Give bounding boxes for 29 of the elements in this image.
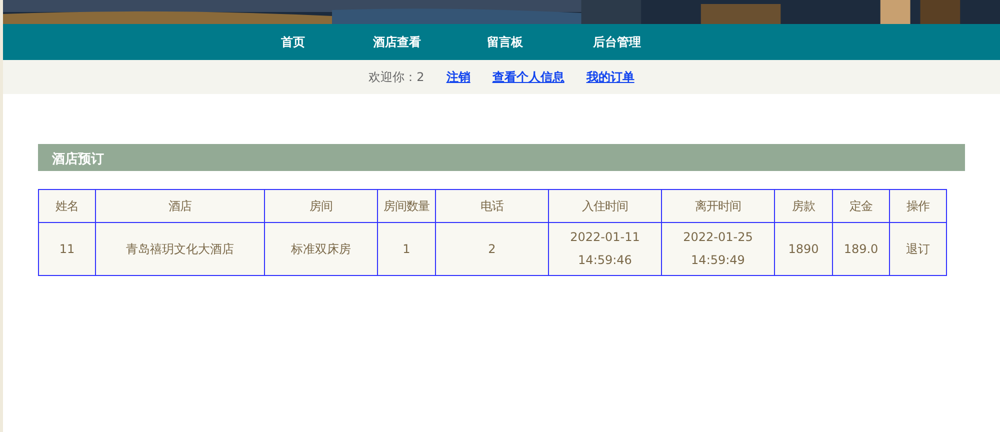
user-link[interactable]: 查看个人信息 [492, 68, 564, 86]
table-cell: 青岛禧玥文化大酒店 [96, 222, 264, 276]
nav-link[interactable]: 酒店查看 [373, 34, 421, 50]
column-header: 房间数量 [378, 190, 436, 222]
column-header: 操作 [890, 190, 946, 222]
user-link[interactable]: 我的订单 [586, 68, 634, 86]
column-header: 入住时间 [548, 190, 662, 222]
table-cell: 11 [38, 222, 96, 276]
user-link[interactable]: 注销 [446, 68, 470, 86]
table-cell: 189.0 [832, 222, 890, 276]
column-header: 房款 [774, 190, 832, 222]
column-header: 酒店 [96, 190, 264, 222]
table-cell: 2022-01-25 14:59:49 [662, 222, 774, 276]
column-header: 姓名 [38, 190, 96, 222]
nav-link[interactable]: 后台管理 [593, 34, 641, 50]
nav-link[interactable]: 首页 [281, 34, 305, 50]
table-cell: 1 [378, 222, 436, 276]
table-cell: 退订 [890, 222, 946, 276]
column-header: 房间 [264, 190, 378, 222]
welcome-text: 欢迎你：2 [368, 68, 424, 86]
table-cell: 1890 [774, 222, 832, 276]
column-header: 离开时间 [662, 190, 774, 222]
column-header: 定金 [832, 190, 890, 222]
table-cell: 2022-01-11 14:59:46 [548, 222, 662, 276]
nav-link[interactable]: 留言板 [487, 34, 523, 50]
column-header: 电话 [436, 190, 548, 222]
table-cell: 2 [436, 222, 548, 276]
section-header: 酒店预订 [38, 144, 965, 171]
table-cell: 标准双床房 [264, 222, 378, 276]
